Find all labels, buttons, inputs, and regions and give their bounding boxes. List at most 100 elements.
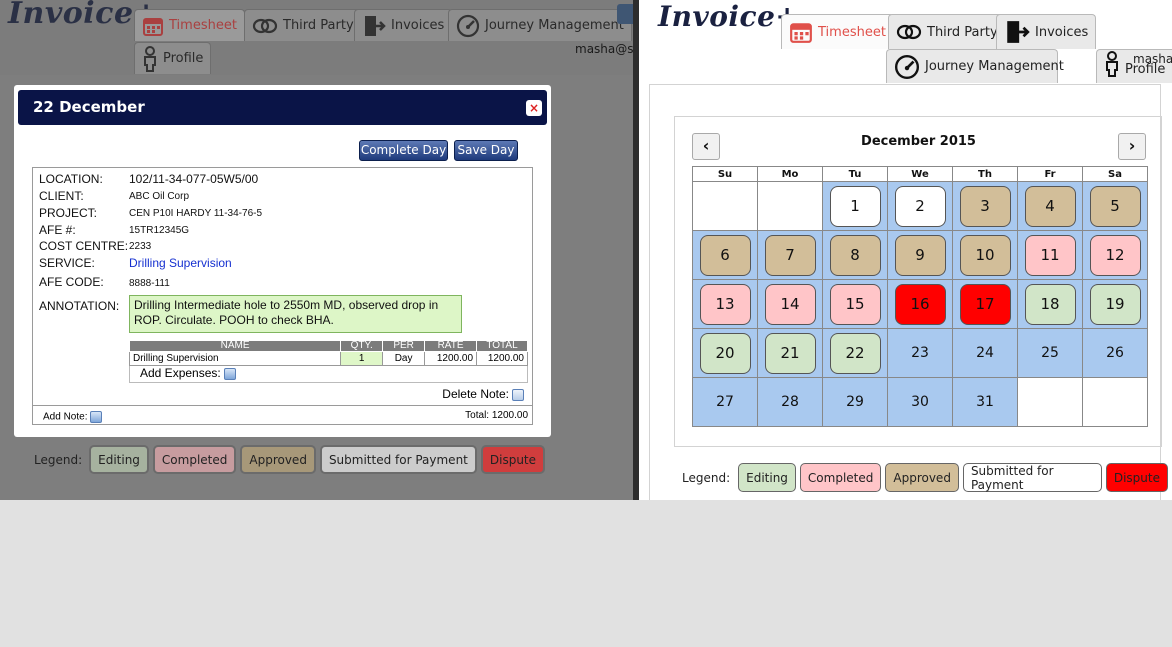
afe-value: 15TR12345G xyxy=(129,225,190,236)
prev-month-button[interactable]: ‹ xyxy=(692,133,720,160)
day-approved[interactable]: 5 xyxy=(1089,185,1141,227)
day-editing[interactable]: 22 xyxy=(829,332,881,374)
calendar-day-cell[interactable]: 12 xyxy=(1082,230,1148,280)
day-dispute[interactable]: 16 xyxy=(894,283,946,325)
logout-button[interactable] xyxy=(617,4,633,24)
calendar-day-cell[interactable]: 27 xyxy=(692,377,758,427)
calendar-day-cell[interactable]: 24 xyxy=(952,328,1018,378)
tab-profile[interactable]: Profile masha@ xyxy=(1096,49,1172,83)
day-completed[interactable]: 12 xyxy=(1089,234,1141,276)
column-header: QTY. xyxy=(340,340,384,352)
app-logo[interactable]: Invoice+ xyxy=(658,0,799,33)
day-dispute[interactable]: 17 xyxy=(959,283,1011,325)
exit-door-icon xyxy=(1004,18,1030,46)
calendar-day-cell[interactable]: 5 xyxy=(1082,181,1148,231)
calendar-day-cell[interactable]: 19 xyxy=(1082,279,1148,329)
tab-invoices[interactable]: Invoices xyxy=(996,14,1097,49)
add-expense-icon[interactable] xyxy=(223,367,236,380)
day-approved[interactable]: 6 xyxy=(699,234,751,276)
calendar-day-cell[interactable]: 2 xyxy=(887,181,953,231)
expense-qty-input[interactable]: 1 xyxy=(340,351,384,366)
day-editing[interactable]: 19 xyxy=(1089,283,1141,325)
cost-centre-label: COST CENTRE: xyxy=(39,239,129,253)
calendar-day-cell[interactable]: 29 xyxy=(822,377,888,427)
tab-label: Journey Management xyxy=(485,18,624,33)
save-day-button[interactable]: Save Day xyxy=(454,140,518,161)
calendar-day-cell[interactable]: 8 xyxy=(822,230,888,280)
day-editing[interactable]: 18 xyxy=(1024,283,1076,325)
calendar-day-cell[interactable]: 11 xyxy=(1017,230,1083,280)
calendar-day-cell[interactable]: 9 xyxy=(887,230,953,280)
calendar-day-cell[interactable]: 17 xyxy=(952,279,1018,329)
day-editing[interactable]: 20 xyxy=(699,332,751,374)
legend-editing: Editing xyxy=(89,445,149,474)
tab-label: Invoices xyxy=(1035,24,1089,40)
tab-timesheet[interactable]: Timesheet xyxy=(781,14,894,49)
legend-editing: Editing xyxy=(738,463,796,492)
tab-third-party[interactable]: Third Party xyxy=(244,9,362,41)
legend-completed: Completed xyxy=(152,445,237,474)
complete-day-button[interactable]: Complete Day xyxy=(359,140,448,161)
day-approved[interactable]: 4 xyxy=(1024,185,1076,227)
calendar-day-cell[interactable]: 13 xyxy=(692,279,758,329)
calendar-day-cell[interactable]: 10 xyxy=(952,230,1018,280)
calendar-day-cell[interactable]: 4 xyxy=(1017,181,1083,231)
tab-journey-management[interactable]: Journey Management xyxy=(448,9,632,41)
day-approved[interactable]: 9 xyxy=(894,234,946,276)
service-link[interactable]: Drilling Supervision xyxy=(129,256,232,270)
user-email: masha@ xyxy=(1133,52,1172,66)
calendar-day-cell[interactable]: 23 xyxy=(887,328,953,378)
calendar-day-cell[interactable]: 3 xyxy=(952,181,1018,231)
calendar-day-cell[interactable]: 28 xyxy=(757,377,823,427)
table-row: Drilling Supervision 1 Day 1200.00 1200.… xyxy=(128,351,528,366)
calendar-day-cell[interactable]: 15 xyxy=(822,279,888,329)
calendar-day-cell[interactable]: 14 xyxy=(757,279,823,329)
calendar-week: 20 21 22 23 24 25 26 xyxy=(692,328,1148,378)
weekday-header: We xyxy=(887,166,953,182)
next-month-button[interactable]: › xyxy=(1118,133,1146,160)
delete-note-icon[interactable] xyxy=(512,388,524,401)
note-total: Total: 1200.00 xyxy=(465,410,528,421)
calendar-day-cell[interactable]: 1 xyxy=(822,181,888,231)
day-completed[interactable]: 11 xyxy=(1024,234,1076,276)
tab-journey-management[interactable]: Journey Management xyxy=(886,49,1064,83)
tab-label: Invoices xyxy=(391,18,445,33)
tab-label: Third Party xyxy=(927,24,998,40)
calendar-day-cell[interactable]: 7 xyxy=(757,230,823,280)
close-icon[interactable]: × xyxy=(526,100,542,116)
project-value: CEN P10I HARDY 11-34-76-5 xyxy=(129,208,263,219)
calendar-day-cell[interactable]: 21 xyxy=(757,328,823,378)
calendar-day-cell[interactable]: 25 xyxy=(1017,328,1083,378)
day-approved[interactable]: 8 xyxy=(829,234,881,276)
day-completed[interactable]: 13 xyxy=(699,283,751,325)
empty-day-cell xyxy=(757,181,823,231)
day-submitted[interactable]: 2 xyxy=(894,185,946,227)
modal-title: 22 December xyxy=(33,98,145,116)
add-note-icon[interactable] xyxy=(90,411,103,423)
cost-centre-value: 2233 xyxy=(129,241,152,252)
day-approved[interactable]: 7 xyxy=(764,234,816,276)
day-editing[interactable]: 21 xyxy=(764,332,816,374)
day-approved[interactable]: 10 xyxy=(959,234,1011,276)
tab-timesheet[interactable]: Timesheet xyxy=(134,9,245,41)
day-submitted[interactable]: 1 xyxy=(829,185,881,227)
location-label: LOCATION: xyxy=(39,172,103,186)
calendar-day-cell[interactable]: 6 xyxy=(692,230,758,280)
annotation-textarea[interactable]: Drilling Intermediate hole to 2550m MD, … xyxy=(129,295,462,333)
calendar-day-cell[interactable]: 20 xyxy=(692,328,758,378)
day-completed[interactable]: 14 xyxy=(764,283,816,325)
tab-invoices[interactable]: Invoices xyxy=(354,9,453,41)
legend-completed: Completed xyxy=(799,463,882,492)
expense-name: Drilling Supervision xyxy=(128,351,342,366)
calendar-day-cell[interactable]: 31 xyxy=(952,377,1018,427)
note-form: LOCATION: 102/11-34-077-05W5/00 CLIENT: … xyxy=(32,167,533,425)
calendar-day-cell[interactable]: 30 xyxy=(887,377,953,427)
calendar-day-cell[interactable]: 26 xyxy=(1082,328,1148,378)
tab-profile[interactable]: Profile xyxy=(134,42,212,74)
day-approved[interactable]: 3 xyxy=(959,185,1011,227)
tab-third-party[interactable]: Third Party xyxy=(888,14,1006,49)
calendar-day-cell[interactable]: 22 xyxy=(822,328,888,378)
day-completed[interactable]: 15 xyxy=(829,283,881,325)
calendar-day-cell[interactable]: 16 xyxy=(887,279,953,329)
calendar-day-cell[interactable]: 18 xyxy=(1017,279,1083,329)
